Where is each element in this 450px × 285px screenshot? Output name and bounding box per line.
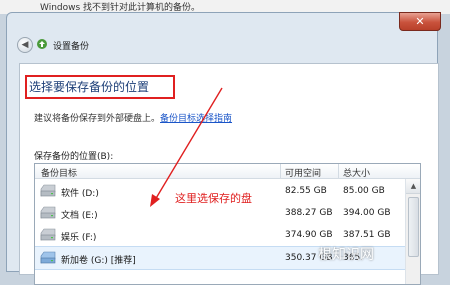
column-header-free[interactable]: 可用空间 bbox=[285, 166, 321, 179]
watermark-logo: 根知识网 bbox=[318, 247, 374, 263]
hard-drive-icon bbox=[40, 228, 56, 241]
drive-total-size: 394.00 GB bbox=[343, 208, 391, 218]
hard-drive-icon bbox=[40, 206, 56, 219]
drive-name: 新加卷 (G:) [推荐] bbox=[61, 256, 136, 266]
table-header: 备份目标 可用空间 总大小 bbox=[35, 164, 420, 179]
column-header-target[interactable]: 备份目标 bbox=[41, 166, 77, 179]
backup-dialog: ✕ ◀ 设置备份 选择要保存备份的位置 建议将备份保存到外部硬盘上。 备份目标选… bbox=[6, 12, 441, 285]
close-button[interactable]: ✕ bbox=[399, 12, 441, 31]
backup-guide-link[interactable]: 备份目标选择指南 bbox=[160, 111, 232, 124]
column-divider bbox=[280, 164, 281, 178]
drive-free-space: 82.55 GB bbox=[285, 186, 327, 196]
removable-drive-icon bbox=[40, 251, 56, 264]
drive-free-space: 388.27 GB bbox=[285, 208, 333, 218]
backup-target-table: 备份目标 可用空间 总大小 软件 (D:) 82.55 GB 85.00 GB bbox=[34, 163, 421, 285]
backup-icon bbox=[37, 39, 47, 49]
scroll-up-icon[interactable]: ▲ bbox=[406, 179, 420, 194]
content-panel: 选择要保存备份的位置 建议将备份保存到外部硬盘上。 备份目标选择指南 保存备份的… bbox=[19, 63, 439, 285]
advice-text: 建议将备份保存到外部硬盘上。 bbox=[34, 114, 161, 124]
drive-name: 娱乐 (F:) bbox=[61, 233, 97, 243]
table-scrollbar[interactable]: ▲ bbox=[405, 179, 420, 284]
table-row[interactable]: 娱乐 (F:) 374.90 GB 387.51 GB bbox=[35, 224, 420, 246]
back-button[interactable]: ◀ bbox=[17, 37, 33, 53]
drive-total-size: 85.00 GB bbox=[343, 186, 385, 196]
annotation-text: 这里选保存的盘 bbox=[175, 192, 252, 205]
drive-name: 文档 (E:) bbox=[61, 211, 98, 221]
hard-drive-icon bbox=[40, 184, 56, 197]
column-header-total[interactable]: 总大小 bbox=[343, 166, 370, 179]
column-divider bbox=[338, 164, 339, 178]
dialog-title: 设置备份 bbox=[53, 42, 90, 52]
drive-name: 软件 (D:) bbox=[61, 189, 99, 199]
drive-free-space: 374.90 GB bbox=[285, 230, 333, 240]
page-heading: 选择要保存备份的位置 bbox=[29, 80, 150, 94]
back-arrow-icon: ◀ bbox=[21, 40, 29, 50]
drive-total-size: 387.51 GB bbox=[343, 230, 391, 240]
save-location-label: 保存备份的位置(B): bbox=[34, 152, 114, 162]
scroll-thumb[interactable] bbox=[408, 197, 419, 257]
